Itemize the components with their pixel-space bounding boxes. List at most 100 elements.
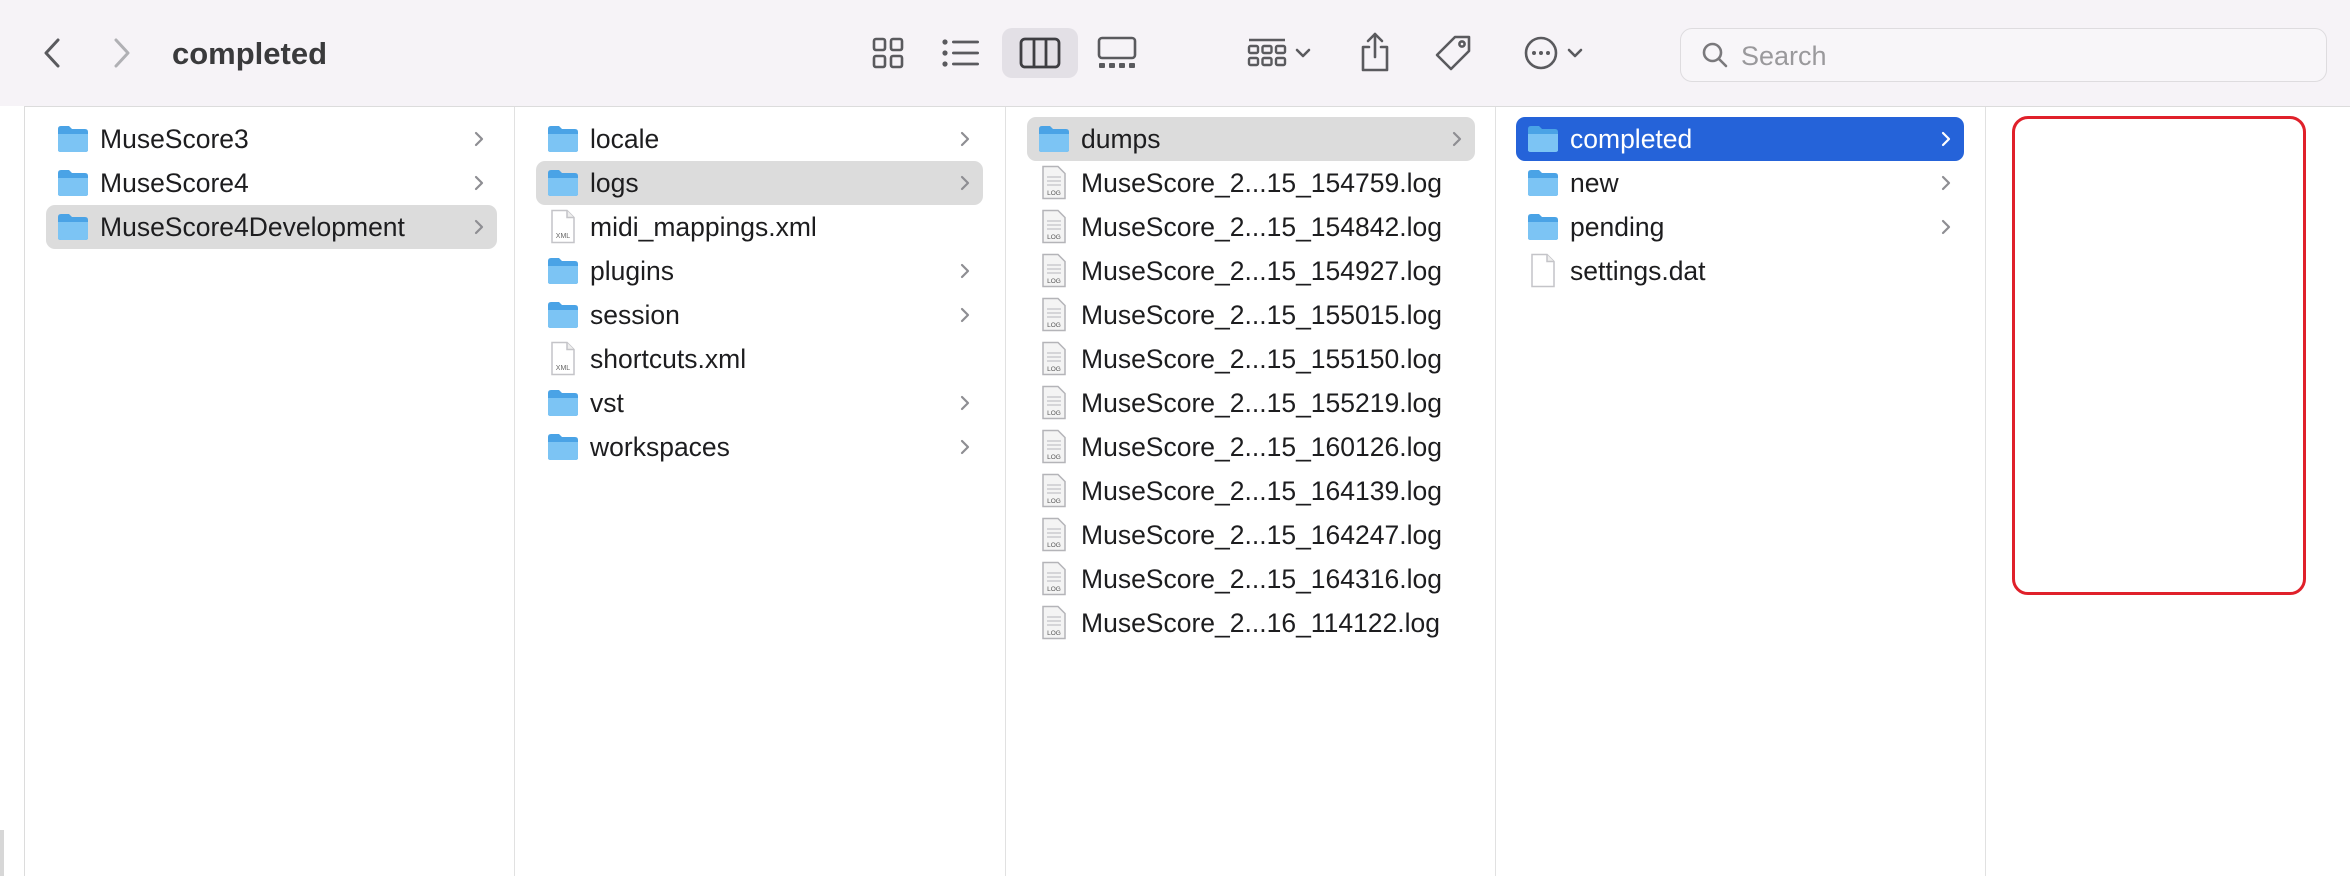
list-item-log-file[interactable]: LOG MuseScore_2...15_155219.log [1027,381,1475,425]
list-item-plugins[interactable]: plugins [536,249,983,293]
gallery-view-button[interactable] [1090,30,1144,76]
chevron-right-icon [474,219,484,235]
folder-icon [548,434,578,460]
item-label: MuseScore_2...15_164316.log [1081,564,1442,594]
column-4: completed new pending settings.dat [1496,107,1986,876]
svg-text:LOG: LOG [1047,498,1061,505]
log-file-icon: LOG [1042,429,1066,464]
list-item-shortcuts-xml[interactable]: XML shortcuts.xml [536,337,983,381]
item-label: shortcuts.xml [590,344,747,374]
list-item-log-file[interactable]: LOG MuseScore_2...15_164139.log [1027,469,1475,513]
list-item-musescore4development[interactable]: MuseScore4Development [46,205,497,249]
list-item-workspaces[interactable]: workspaces [536,425,983,469]
group-by-button[interactable] [1238,30,1320,76]
list-item-log-file[interactable]: LOG MuseScore_2...15_164316.log [1027,557,1475,601]
item-label: MuseScore_2...15_154927.log [1081,256,1442,286]
log-file-icon: LOG [1042,297,1066,332]
list-item-settings-dat[interactable]: settings.dat [1516,249,1964,293]
svg-text:XML: XML [556,233,571,240]
svg-text:LOG: LOG [1047,322,1061,329]
chevron-left-icon [44,38,60,68]
item-label: MuseScore_2...15_164247.log [1081,520,1442,550]
item-label: logs [590,168,639,198]
chevron-right-icon [960,307,970,323]
log-file-icon: LOG [1042,517,1066,552]
item-label: midi_mappings.xml [590,212,817,242]
icon-view-button[interactable] [862,30,914,76]
tag-icon [1435,35,1471,71]
svg-text:XML: XML [556,365,571,372]
list-item-logs[interactable]: logs [536,161,983,205]
list-item-log-file[interactable]: LOG MuseScore_2...15_160126.log [1027,425,1475,469]
log-file-icon: LOG [1042,561,1066,596]
list-item-session[interactable]: session [536,293,983,337]
list-item-log-file[interactable]: LOG MuseScore_2...15_154842.log [1027,205,1475,249]
list-item-locale[interactable]: locale [536,117,983,161]
folder-icon [1528,214,1558,240]
log-file-icon: LOG [1042,605,1066,640]
log-file-icon: LOG [1042,341,1066,376]
highlight-box [2012,116,2306,595]
item-label: MuseScore_2...15_154759.log [1081,168,1442,198]
svg-text:LOG: LOG [1047,630,1061,637]
chevron-right-icon [474,131,484,147]
item-label: plugins [590,256,674,286]
list-item-musescore3[interactable]: MuseScore3 [46,117,497,161]
folder-icon [548,126,578,152]
item-label: MuseScore_2...15_155150.log [1081,344,1442,374]
window-left-edge [0,106,25,876]
log-file-icon: LOG [1042,209,1066,244]
list-item-log-file[interactable]: LOG MuseScore_2...15_155150.log [1027,337,1475,381]
svg-text:LOG: LOG [1047,278,1061,285]
list-item-log-file[interactable]: LOG MuseScore_2...15_164247.log [1027,513,1475,557]
chevron-right-icon [960,175,970,191]
item-label: vst [590,388,624,418]
list-item-log-file[interactable]: LOG MuseScore_2...15_154759.log [1027,161,1475,205]
item-label: MuseScore4 [100,168,249,198]
list-item-log-file[interactable]: LOG MuseScore_2...15_154927.log [1027,249,1475,293]
group-by-icon [1247,38,1287,67]
item-label: MuseScore_2...15_155219.log [1081,388,1442,418]
forward-button[interactable] [100,28,144,78]
share-button[interactable] [1350,24,1400,80]
list-item-completed[interactable]: completed [1516,117,1964,161]
svg-text:LOG: LOG [1047,410,1061,417]
column-view-button[interactable] [1002,28,1078,78]
list-item-new[interactable]: new [1516,161,1964,205]
svg-text:LOG: LOG [1047,234,1061,241]
item-label: completed [1570,124,1693,154]
svg-text:LOG: LOG [1047,366,1061,373]
item-label: new [1570,168,1619,198]
folder-icon [548,390,578,416]
list-item-pending[interactable]: pending [1516,205,1964,249]
share-icon [1361,32,1389,72]
list-view-icon [942,39,979,67]
back-button[interactable] [30,28,74,78]
log-file-icon: LOG [1042,385,1066,420]
list-view-button[interactable] [934,30,988,76]
list-item-musescore4[interactable]: MuseScore4 [46,161,497,205]
folder-icon [548,258,578,284]
xml-file-icon: XML [551,341,575,376]
more-actions-button[interactable] [1512,30,1594,76]
log-file-icon: LOG [1042,473,1066,508]
folder-icon [1528,170,1558,196]
search-field[interactable] [1680,28,2327,82]
list-item-midi-mappings-xml[interactable]: XML midi_mappings.xml [536,205,983,249]
list-item-log-file[interactable]: LOG MuseScore_2...15_155015.log [1027,293,1475,337]
tag-button[interactable] [1428,28,1478,78]
svg-text:LOG: LOG [1047,542,1061,549]
list-item-vst[interactable]: vst [536,381,983,425]
list-item-log-file[interactable]: LOG MuseScore_2...16_114122.log [1027,601,1475,645]
item-label: MuseScore4Development [100,212,405,242]
item-label: MuseScore3 [100,124,249,154]
list-item-dumps[interactable]: dumps [1027,117,1475,161]
chevron-right-icon [1452,131,1462,147]
chevron-down-icon [1295,48,1311,58]
item-label: dumps [1081,124,1161,154]
search-input[interactable] [1739,35,2303,77]
chevron-right-icon [1941,131,1951,147]
chevron-right-icon [960,395,970,411]
folder-icon [1039,126,1069,152]
chevron-right-icon [474,175,484,191]
